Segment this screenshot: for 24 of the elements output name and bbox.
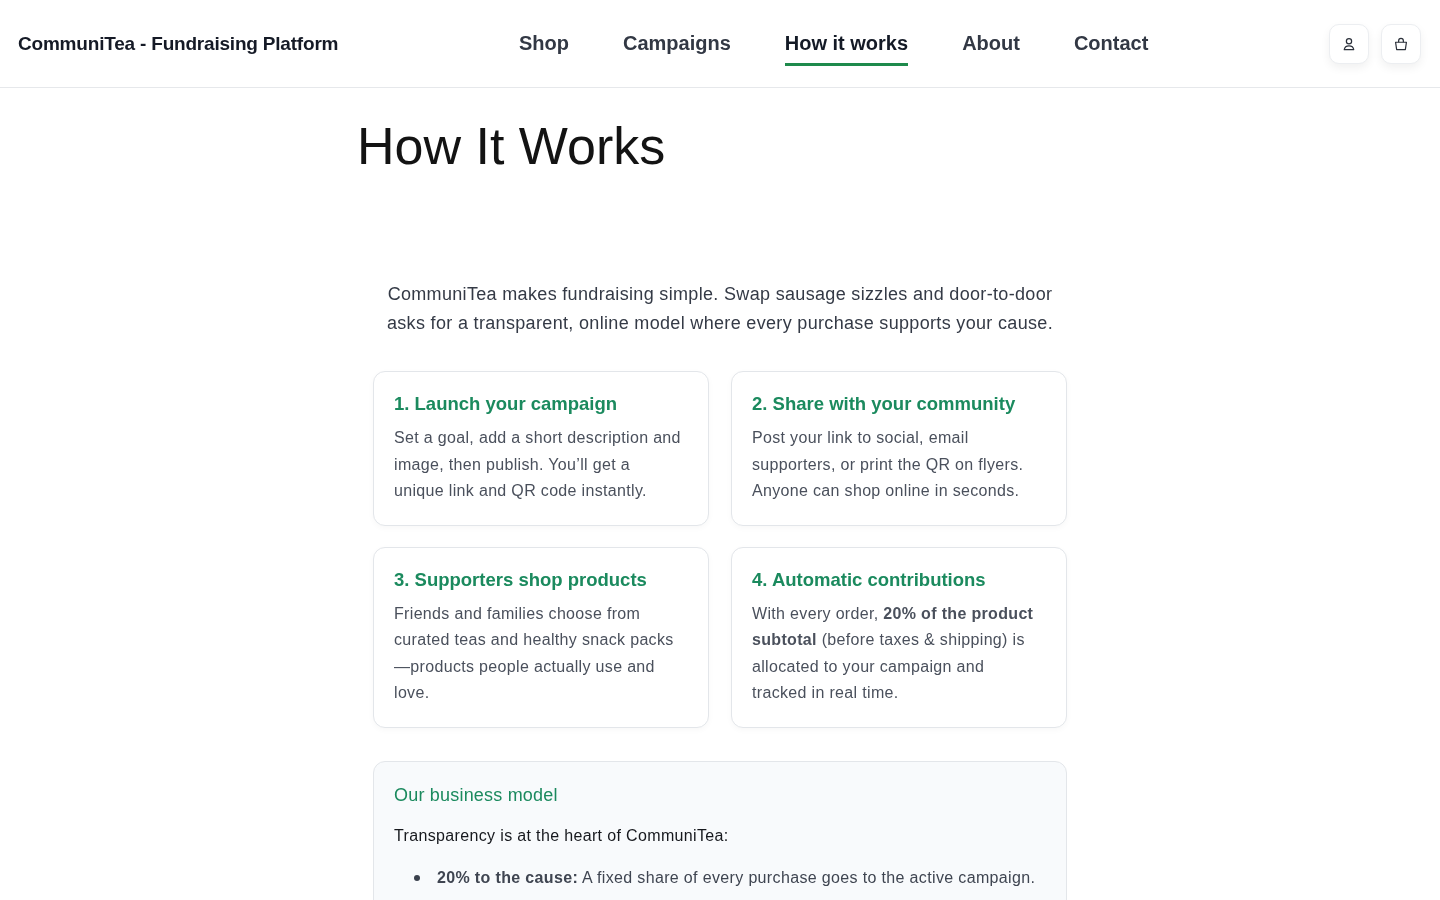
- nav-link[interactable]: About: [962, 21, 1020, 66]
- bullet-icon: [414, 874, 420, 881]
- brand-name[interactable]: CommuniTea - Fundraising Platform: [18, 32, 339, 55]
- step-description: With every order, 20% of the product subtotal (before taxes & shipping) is allocated to your campaign and tracked in real time.: [752, 603, 1035, 703]
- shopping-bag-icon: [1394, 36, 1408, 51]
- step-description: Post your link to social, email supporters, or print the QR on flyers. Anyone can shop online in seconds.: [752, 428, 1025, 501]
- step-description: Friends and families choose from curated teas and healthy snack packs—products people actually use and love.: [394, 603, 675, 703]
- nav-link[interactable]: How it works: [784, 21, 909, 66]
- panel-lead-text: Transparency is at the heart of CommuniTea:: [394, 825, 730, 846]
- step-title: 4. Automatic contributions: [752, 567, 987, 592]
- step-description: Set a goal, add a short description and image, then publish. You’ll get a unique link and QR code instantly.: [394, 428, 682, 501]
- nav-link[interactable]: Contact: [1073, 21, 1149, 66]
- person-icon: [1342, 36, 1356, 51]
- bullet-text: 20% to the cause: A fixed share of every purchase goes to the active campaign.: [437, 867, 1036, 888]
- step-title: 2. Share with your community: [752, 392, 1017, 416]
- step-title: 1. Launch your campaign: [394, 392, 619, 416]
- step-title: 3. Supporters shop products: [394, 567, 648, 592]
- panel-heading: Our business model: [394, 783, 559, 807]
- page-title: How It Works: [357, 116, 666, 176]
- intro-paragraph: CommuniTea makes fundraising simple. Swap sausage sizzles and door-to-door asks for a transparent, online model where every purchase supports your cause.: [385, 283, 1055, 335]
- account-button[interactable]: [1329, 23, 1369, 64]
- nav-link[interactable]: Shop: [518, 21, 569, 66]
- cart-button[interactable]: [1381, 23, 1421, 64]
- nav-link[interactable]: Campaigns: [622, 21, 731, 66]
